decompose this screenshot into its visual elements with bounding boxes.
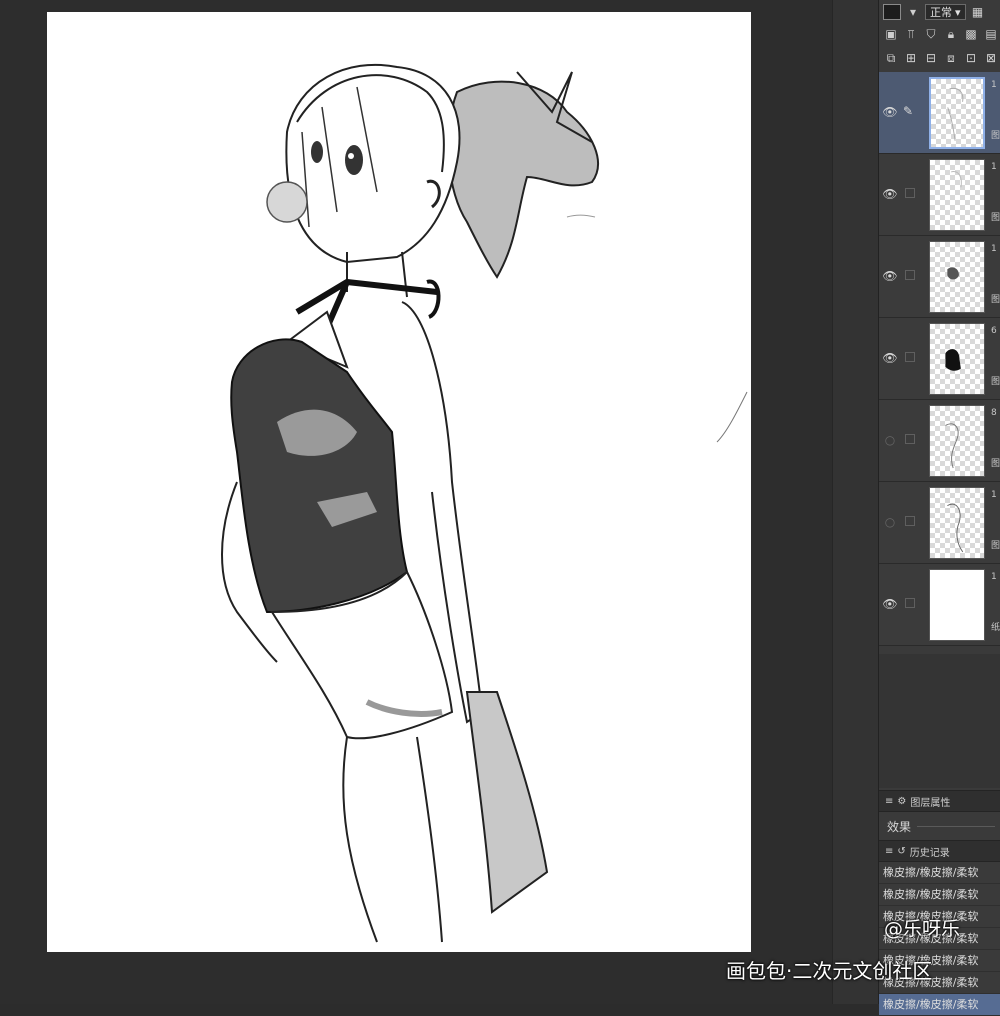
lock-checkbox[interactable]	[905, 188, 915, 198]
layer-row[interactable]: 👁︎ 6 图	[879, 318, 1000, 400]
history-item-active[interactable]: 橡皮擦/橡皮擦/柔软	[879, 994, 1000, 1016]
new-vector-layer-icon[interactable]: ⊞	[903, 50, 919, 66]
layer-toolbar-row-1: ▾ 正常 ▾ ▦	[879, 0, 1000, 24]
mask-icon[interactable]: ▤	[983, 26, 999, 42]
copy-layer-icon[interactable]: ⧈	[943, 50, 959, 66]
layer-toolbar-row-3: ⧉ ⊞ ⊟ ⧈ ⊡ ⊠	[879, 46, 1000, 70]
layer-property-icon: ⚙︎	[897, 795, 907, 807]
eye-icon[interactable]: 👁︎	[882, 187, 898, 201]
eye-icon[interactable]: 👁︎	[882, 351, 898, 365]
tab-layer-property[interactable]: 图层属性	[910, 794, 950, 809]
eye-icon[interactable]: 👁︎	[882, 597, 898, 611]
lock-checkbox[interactable]	[905, 434, 915, 444]
layer-opacity: 6	[991, 326, 997, 336]
divider	[917, 825, 995, 827]
effect-row: 效果	[879, 814, 1000, 838]
eye-icon[interactable]: 👁︎	[882, 269, 898, 283]
layer-kind: 图	[991, 213, 1000, 223]
tab-history[interactable]: 历史记录	[910, 844, 950, 859]
pen-icon: ✎	[903, 104, 914, 118]
layer-opacity: 1	[991, 162, 997, 172]
layer-opacity: 1	[991, 572, 997, 582]
layer-row[interactable]: 👁︎ 1 图	[879, 236, 1000, 318]
layer-list-empty-area	[879, 654, 1000, 788]
blend-mode-select[interactable]: 正常 ▾	[925, 4, 966, 20]
watermark-site: 画包包·二次元文创社区	[726, 959, 933, 983]
layer-thumbnail	[929, 77, 985, 149]
layer-kind: 图	[991, 377, 1000, 387]
layer-opacity: 8	[991, 408, 997, 418]
layer-opacity: 1	[991, 244, 997, 254]
blend-mode-value: 正常	[930, 6, 952, 19]
draft-layer-icon[interactable]: ⛉	[923, 26, 939, 42]
layer-thumbnail	[929, 323, 985, 395]
menu-icon[interactable]: ≡	[885, 846, 893, 857]
chevron-down-icon[interactable]: ▾	[905, 4, 921, 20]
layer-opacity: 1	[991, 80, 997, 90]
watermark-author: @乐呀乐	[884, 918, 961, 940]
lock-checkbox[interactable]	[905, 270, 915, 280]
layer-row[interactable]: ○ 1 图	[879, 482, 1000, 564]
layer-toolbar-row-2: ▣ ⫪ ⛉ 🔒︎ ▩ ▤	[879, 22, 1000, 46]
lock-icon[interactable]: 🔒︎	[943, 26, 959, 42]
layer-row[interactable]: ○ 8 图	[879, 400, 1000, 482]
layer-row[interactable]: 👁︎ 1 图	[879, 154, 1000, 236]
eye-icon: ○	[884, 433, 896, 447]
lock-checkbox[interactable]	[905, 598, 915, 608]
lock-checkbox[interactable]	[905, 352, 915, 362]
girl-illustration	[221, 63, 748, 943]
layer-row[interactable]: 👁︎ ✎ 1 图	[879, 72, 1000, 154]
effect-label: 效果	[887, 819, 912, 834]
layer-row[interactable]: 👁︎ 1 纸	[879, 564, 1000, 646]
layer-thumbnail	[929, 241, 985, 313]
layer-thumbnail	[929, 405, 985, 477]
eye-icon: ○	[884, 515, 896, 529]
opacity-swatch-icon[interactable]: ▦	[970, 4, 986, 20]
clip-layer-icon[interactable]: ⫪	[903, 26, 919, 42]
layer-kind: 图	[991, 131, 1000, 141]
history-item[interactable]: 橡皮擦/橡皮擦/柔软	[879, 862, 1000, 884]
layer-property-tabbar: ≡ ⚙︎ 图层属性	[879, 790, 1000, 812]
layer-kind: 图	[991, 459, 1000, 469]
layer-color-swatch[interactable]	[883, 4, 901, 20]
new-folder-icon[interactable]: ⊟	[923, 50, 939, 66]
layer-kind: 纸	[991, 623, 1000, 633]
eye-icon[interactable]: 👁︎	[882, 105, 898, 119]
new-raster-layer-icon[interactable]: ⧉	[883, 50, 899, 66]
reference-layer-icon[interactable]: ▣	[883, 26, 899, 42]
layer-panel: ▾ 正常 ▾ ▦ ▣ ⫪ ⛉ 🔒︎ ▩ ▤ ⧉ ⊞ ⊟ ⧈ ⊡ ⊠ 👁︎ ✎ 1	[878, 0, 1000, 1016]
menu-icon[interactable]: ≡	[885, 796, 893, 807]
layer-list: 👁︎ ✎ 1 图 👁︎ 1 图 👁︎ 1 图 👁︎ 6 图 ○ 8 图 ○ 1 …	[879, 72, 1000, 654]
canvas-area[interactable]	[0, 0, 832, 1004]
history-item[interactable]: 橡皮擦/橡皮擦/柔软	[879, 884, 1000, 906]
chevron-down-icon: ▾	[955, 5, 961, 19]
panel-scroll-gutter[interactable]	[832, 0, 879, 1004]
layer-thumbnail	[929, 159, 985, 231]
layer-kind: 图	[991, 541, 1000, 551]
layer-opacity: 1	[991, 490, 997, 500]
lock-transparent-icon[interactable]: ▩	[963, 26, 979, 42]
history-icon: ↺	[897, 845, 906, 857]
history-tabbar: ≡ ↺ 历史记录	[879, 840, 1000, 862]
delete-layer-icon[interactable]: ⊠	[983, 50, 999, 66]
lock-checkbox[interactable]	[905, 516, 915, 526]
drawing-canvas[interactable]	[47, 12, 751, 952]
layer-thumbnail	[929, 569, 985, 641]
layer-kind: 图	[991, 295, 1000, 305]
merge-layer-icon[interactable]: ⊡	[963, 50, 979, 66]
layer-thumbnail	[929, 487, 985, 559]
